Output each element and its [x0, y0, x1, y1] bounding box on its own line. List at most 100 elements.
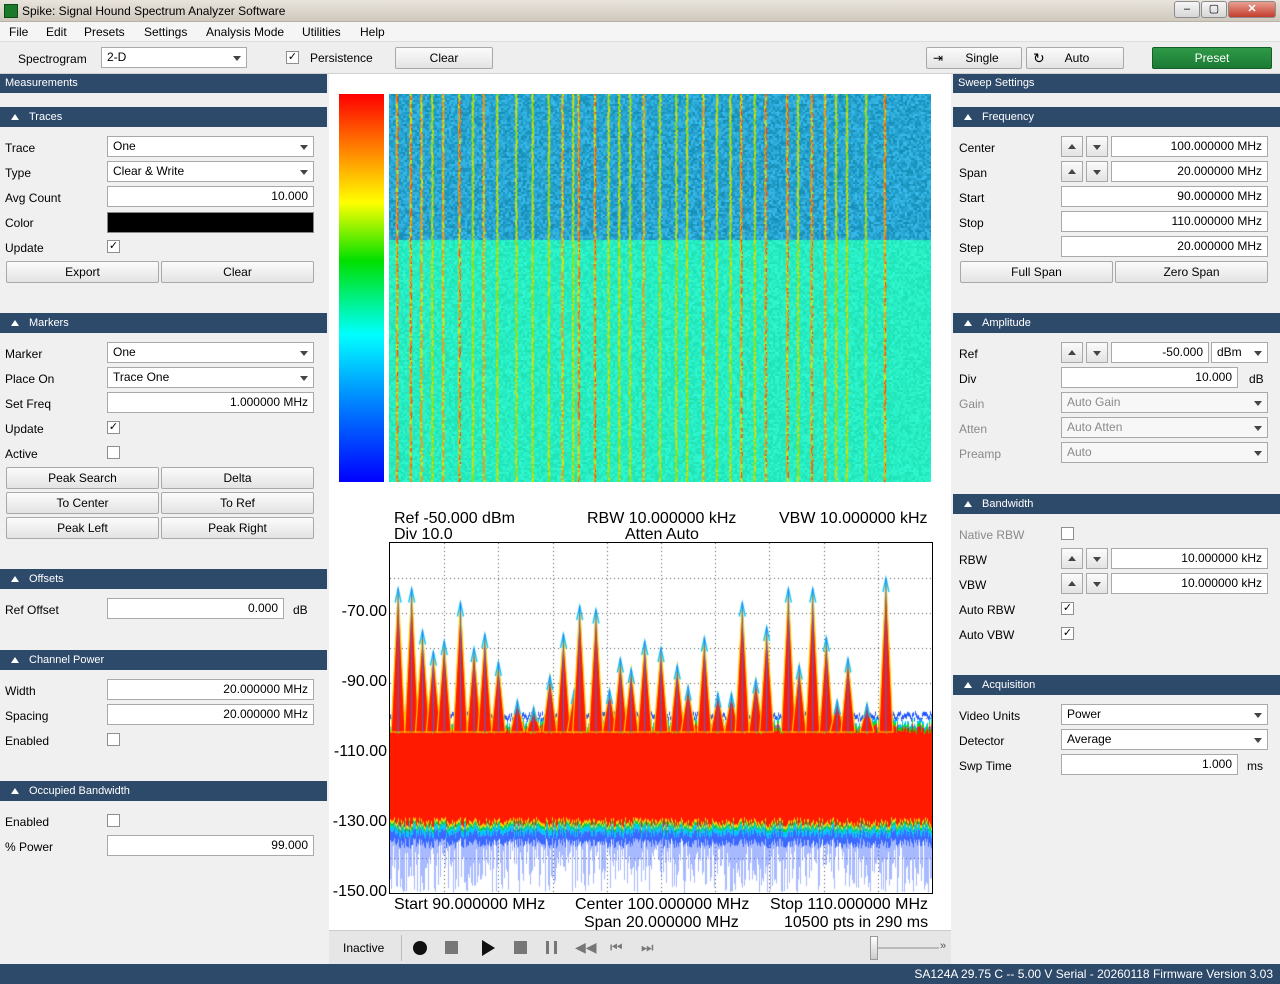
- ref-down-button[interactable]: [1086, 342, 1108, 363]
- full-span-button[interactable]: Full Span: [960, 261, 1113, 283]
- preamp-select[interactable]: Auto: [1061, 442, 1268, 463]
- bandwidth-section-header[interactable]: Bandwidth: [953, 494, 1280, 514]
- maximize-button[interactable]: ▢: [1201, 1, 1227, 18]
- marker-update-checkbox[interactable]: ✓: [107, 421, 120, 434]
- vbw-up-button[interactable]: [1061, 573, 1083, 594]
- detector-select[interactable]: Average: [1061, 729, 1268, 750]
- obw-enabled-checkbox[interactable]: [107, 814, 120, 827]
- spectrogram-mode-select[interactable]: 2-D: [101, 47, 247, 68]
- atten-label: Atten: [959, 422, 988, 436]
- marker-select[interactable]: One: [107, 342, 314, 363]
- vbw-field[interactable]: 10.000000 kHz: [1111, 573, 1268, 594]
- delta-button[interactable]: Delta: [161, 467, 314, 489]
- menu-settings[interactable]: Settings: [144, 25, 187, 39]
- trace-update-checkbox[interactable]: ✓: [107, 240, 120, 253]
- native-rbw-checkbox[interactable]: [1061, 527, 1074, 540]
- spacing-label: Spacing: [5, 709, 49, 723]
- span-down-button[interactable]: [1086, 161, 1108, 182]
- occupied-bandwidth-section-header[interactable]: Occupied Bandwidth: [0, 781, 327, 801]
- stop-playback-icon[interactable]: [514, 941, 527, 954]
- to-ref-button[interactable]: To Ref: [161, 492, 314, 514]
- record-icon[interactable]: [413, 941, 427, 955]
- trace-select[interactable]: One: [107, 136, 314, 157]
- center-up-button[interactable]: [1061, 136, 1083, 157]
- auto-sweep-button[interactable]: ↻ Auto: [1026, 47, 1124, 69]
- playback-slider-handle[interactable]: [870, 936, 878, 960]
- pause-icon[interactable]: [546, 941, 557, 954]
- span-up-button[interactable]: [1061, 161, 1083, 182]
- swp-time-label: Swp Time: [959, 759, 1012, 773]
- preset-button[interactable]: Preset: [1152, 47, 1272, 69]
- peak-left-button[interactable]: Peak Left: [6, 517, 159, 539]
- rbw-up-button[interactable]: [1061, 548, 1083, 569]
- atten-select[interactable]: Auto Atten: [1061, 417, 1268, 438]
- single-sweep-button[interactable]: ⇥ Single: [926, 47, 1022, 69]
- clear-persistence-button[interactable]: Clear: [395, 47, 493, 69]
- channel-enabled-checkbox[interactable]: [107, 733, 120, 746]
- chevron-down-icon: [1254, 426, 1262, 431]
- menu-presets[interactable]: Presets: [84, 25, 125, 39]
- vbw-down-button[interactable]: [1086, 573, 1108, 594]
- center-freq-field[interactable]: 100.000000 MHz: [1111, 136, 1268, 157]
- offsets-section-header[interactable]: Offsets: [0, 569, 327, 589]
- auto-vbw-checkbox[interactable]: ✓: [1061, 627, 1074, 640]
- stop-freq-field[interactable]: 110.000000 MHz: [1061, 211, 1268, 232]
- peak-search-button[interactable]: Peak Search: [6, 467, 159, 489]
- rewind-icon[interactable]: ◀◀: [575, 939, 597, 956]
- acquisition-section-header[interactable]: Acquisition: [953, 675, 1280, 695]
- trace-type-select[interactable]: Clear & Write: [107, 161, 314, 182]
- peak-right-button[interactable]: Peak Right: [161, 517, 314, 539]
- channel-power-section-header[interactable]: Channel Power: [0, 650, 327, 670]
- menu-analysis-mode[interactable]: Analysis Mode: [206, 25, 284, 39]
- start-freq-field[interactable]: 90.000000 MHz: [1061, 186, 1268, 207]
- power-percent-field[interactable]: 99.000: [107, 835, 314, 856]
- play-icon[interactable]: [482, 940, 495, 956]
- step-back-icon[interactable]: ⏮: [610, 939, 623, 956]
- menu-file[interactable]: File: [9, 25, 28, 39]
- menu-edit[interactable]: Edit: [46, 25, 67, 39]
- ref-up-button[interactable]: [1061, 342, 1083, 363]
- spectrogram-waterfall[interactable]: [389, 94, 931, 482]
- amplitude-section-header[interactable]: Amplitude: [953, 313, 1280, 333]
- rbw-field[interactable]: 10.000000 kHz: [1111, 548, 1268, 569]
- channel-width-field[interactable]: 20.000000 MHz: [107, 679, 314, 700]
- ref-offset-field[interactable]: 0.000: [107, 598, 284, 619]
- step-forward-icon[interactable]: ⏭: [641, 939, 654, 956]
- ref-unit-select[interactable]: dBm: [1211, 342, 1268, 363]
- trace-color-swatch[interactable]: [107, 212, 314, 233]
- menu-help[interactable]: Help: [360, 25, 385, 39]
- expand-icon[interactable]: »: [940, 940, 946, 952]
- gain-select[interactable]: Auto Gain: [1061, 392, 1268, 413]
- playback-slider-track[interactable]: [873, 947, 939, 949]
- clear-trace-button[interactable]: Clear: [161, 261, 314, 283]
- step-field[interactable]: 20.000000 MHz: [1061, 236, 1268, 257]
- channel-spacing-field[interactable]: 20.000000 MHz: [107, 704, 314, 725]
- swp-time-field[interactable]: 1.000: [1061, 754, 1238, 775]
- to-center-button[interactable]: To Center: [6, 492, 159, 514]
- stop-icon[interactable]: [445, 941, 458, 954]
- close-button[interactable]: ✕: [1228, 1, 1276, 18]
- marker-active-checkbox[interactable]: [107, 446, 120, 459]
- auto-rbw-checkbox[interactable]: ✓: [1061, 602, 1074, 615]
- div-field[interactable]: 10.000: [1061, 367, 1238, 388]
- ref-level-field[interactable]: -50.000: [1111, 342, 1209, 363]
- chevron-down-icon: [1254, 401, 1262, 406]
- span-field[interactable]: 20.000000 MHz: [1111, 161, 1268, 182]
- export-button[interactable]: Export: [6, 261, 159, 283]
- spectrum-plot[interactable]: [389, 542, 933, 894]
- frequency-section-header[interactable]: Frequency: [953, 107, 1280, 127]
- set-freq-field[interactable]: 1.000000 MHz: [107, 392, 314, 413]
- video-units-select[interactable]: Power: [1061, 704, 1268, 725]
- minimize-button[interactable]: –: [1174, 1, 1200, 18]
- traces-section-header[interactable]: Traces: [0, 107, 327, 127]
- zero-span-button[interactable]: Zero Span: [1115, 261, 1268, 283]
- center-down-button[interactable]: [1086, 136, 1108, 157]
- collapse-icon: [11, 657, 19, 663]
- rbw-down-button[interactable]: [1086, 548, 1108, 569]
- persistence-checkbox[interactable]: ✓: [286, 51, 299, 64]
- place-on-select[interactable]: Trace One: [107, 367, 314, 388]
- avg-count-field[interactable]: 10.000: [107, 186, 314, 207]
- menu-utilities[interactable]: Utilities: [302, 25, 341, 39]
- markers-section-header[interactable]: Markers: [0, 313, 327, 333]
- step-label: Step: [959, 241, 984, 255]
